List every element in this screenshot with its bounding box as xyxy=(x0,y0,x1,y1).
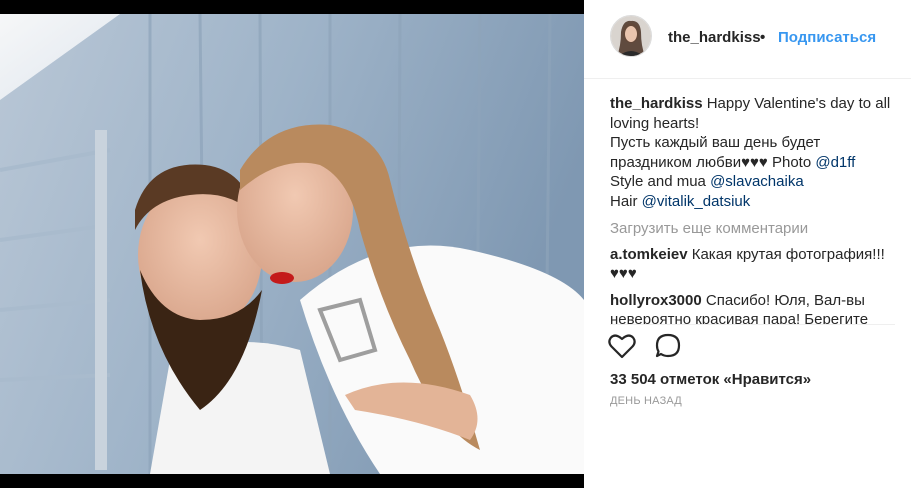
comments-list: the_hardkiss Happy Valentine's day to al… xyxy=(610,94,900,284)
header-separator: • xyxy=(760,29,766,46)
avatar[interactable] xyxy=(610,15,652,57)
caption: the_hardkiss Happy Valentine's day to al… xyxy=(610,94,900,211)
header-username[interactable]: the_hardkiss xyxy=(668,29,761,46)
caption-text-line1: Happy Valentine's day to all xyxy=(706,95,891,112)
caption-text-line2: loving hearts! xyxy=(610,114,700,132)
avatar-image xyxy=(611,16,651,56)
comment-item: a.tomkeiev Какая крутая фотография!!! ♥♥… xyxy=(610,245,900,284)
heart-outline-icon[interactable] xyxy=(608,333,636,359)
photo-credit-link[interactable]: @d1ff xyxy=(815,154,855,171)
hair-credit-link[interactable]: @vitalik_datsiuk xyxy=(642,193,751,210)
comment-username[interactable]: a.tomkeiev xyxy=(610,246,688,263)
speech-bubble-icon[interactable] xyxy=(654,333,682,359)
style-credit-link[interactable]: @slavachaika xyxy=(710,173,804,190)
follow-button[interactable]: Подписаться xyxy=(778,29,876,46)
post-photo[interactable] xyxy=(0,0,584,488)
post-timestamp: ДЕНЬ НАЗАД xyxy=(610,395,682,407)
likes-count[interactable]: 33 504 отметок «Нравится» xyxy=(610,371,811,388)
couple-photo xyxy=(0,0,584,488)
load-more-comments[interactable]: Загрузить еще комментарии xyxy=(610,219,900,239)
post-header: the_hardkiss • Подписаться xyxy=(584,0,911,79)
caption-text-line3: Пусть каждый ваш день будет xyxy=(610,134,821,151)
caption-text-line4: праздником любви♥♥♥ Photo xyxy=(610,153,816,171)
comment-username[interactable]: hollyrox3000 xyxy=(610,292,702,309)
caption-username[interactable]: the_hardkiss xyxy=(610,95,703,112)
hair-credit-prefix: Hair xyxy=(610,192,642,210)
divider xyxy=(610,324,895,325)
comment-item-truncated: hollyrox3000 Спасибо! Юля, Вал-вы неверо… xyxy=(610,291,900,324)
post-sidebar: the_hardkiss • Подписаться the_hardkiss … xyxy=(584,0,911,488)
style-credit-prefix: Style and mua xyxy=(610,173,711,190)
